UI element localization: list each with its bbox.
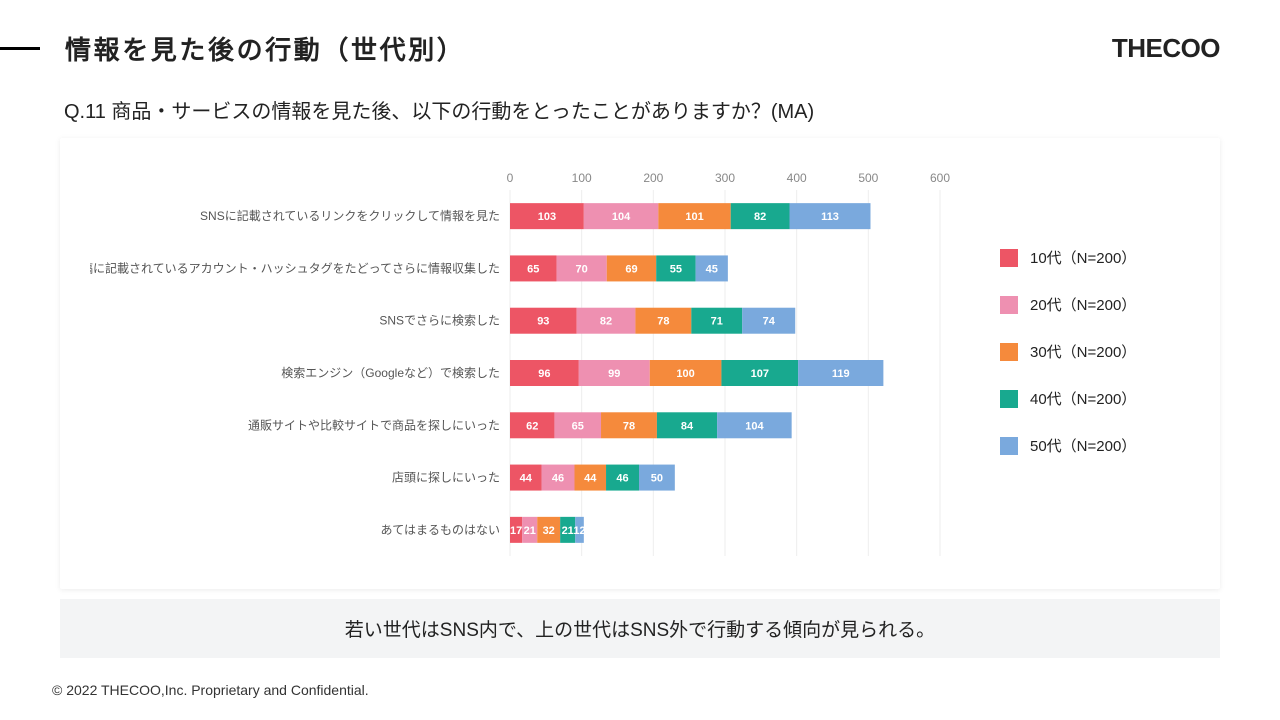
footer-copyright: © 2022 THECOO,Inc. Proprietary and Confi…: [52, 682, 369, 698]
legend-label: 10代（N=200）: [1030, 247, 1136, 268]
svg-text:119: 119: [832, 368, 850, 380]
svg-text:84: 84: [681, 420, 694, 432]
svg-text:通販サイトや比較サイトで商品を探しにいった: 通販サイトや比較サイトで商品を探しにいった: [248, 417, 500, 432]
svg-text:44: 44: [584, 473, 597, 485]
legend-label: 50代（N=200）: [1030, 435, 1136, 456]
svg-text:46: 46: [616, 473, 628, 485]
svg-text:99: 99: [608, 368, 620, 380]
svg-text:74: 74: [763, 316, 776, 328]
chart-legend: 10代（N=200） 20代（N=200） 30代（N=200） 40代（N=200）…: [1000, 166, 1136, 571]
svg-text:0: 0: [507, 171, 514, 185]
svg-text:44: 44: [520, 473, 533, 485]
svg-text:101: 101: [685, 211, 703, 223]
svg-text:103: 103: [538, 211, 556, 223]
legend-label: 40代（N=200）: [1030, 388, 1136, 409]
svg-text:あてはまるものはない: あてはまるものはない: [380, 523, 500, 537]
title-accent-bar: [0, 47, 40, 50]
svg-text:70: 70: [576, 263, 588, 275]
svg-text:100: 100: [676, 368, 694, 380]
svg-text:107: 107: [751, 368, 769, 380]
legend-swatch: [1000, 437, 1018, 455]
svg-text:78: 78: [657, 316, 669, 328]
svg-text:65: 65: [572, 420, 584, 432]
svg-text:SNSに記載されているリンクをクリックして情報を見た: SNSに記載されているリンクをクリックして情報を見た: [200, 208, 500, 223]
legend-item: 50代（N=200）: [1000, 435, 1136, 456]
legend-swatch: [1000, 390, 1018, 408]
svg-text:200: 200: [643, 171, 663, 185]
page-title: 情報を見た後の行動（世代別）: [65, 30, 465, 67]
legend-swatch: [1000, 343, 1018, 361]
brand-logo: THECOO: [1112, 33, 1220, 64]
svg-text:400: 400: [787, 171, 807, 185]
svg-text:46: 46: [552, 473, 564, 485]
svg-text:71: 71: [711, 316, 723, 328]
svg-text:82: 82: [754, 211, 766, 223]
svg-text:500: 500: [858, 171, 878, 185]
svg-text:21: 21: [562, 525, 574, 537]
svg-text:93: 93: [537, 316, 549, 328]
svg-text:62: 62: [526, 420, 538, 432]
legend-swatch: [1000, 249, 1018, 267]
svg-text:検索エンジン（Googleなど）で検索した: 検索エンジン（Googleなど）で検索した: [281, 366, 500, 380]
svg-text:78: 78: [623, 420, 635, 432]
svg-text:50: 50: [651, 473, 663, 485]
question-text: Q.11 商品・サービスの情報を見た後、以下の行動をとったことがありますか？(M…: [64, 95, 1280, 124]
svg-text:17: 17: [510, 525, 522, 537]
svg-text:45: 45: [706, 263, 718, 275]
svg-text:65: 65: [527, 263, 539, 275]
legend-label: 20代（N=200）: [1030, 294, 1136, 315]
svg-text:32: 32: [543, 525, 555, 537]
svg-text:投稿に記載されているアカウント・ハッシュタグをたどってさらに: 投稿に記載されているアカウント・ハッシュタグをたどってさらに情報収集した: [90, 260, 500, 275]
legend-item: 20代（N=200）: [1000, 294, 1136, 315]
svg-text:104: 104: [612, 211, 631, 223]
svg-text:55: 55: [670, 263, 682, 275]
insight-note: 若い世代はSNS内で、上の世代はSNS外で行動する傾向が見られる。: [60, 599, 1220, 658]
svg-text:300: 300: [715, 171, 735, 185]
svg-text:113: 113: [821, 211, 839, 223]
svg-text:100: 100: [572, 171, 592, 185]
legend-item: 10代（N=200）: [1000, 247, 1136, 268]
svg-text:12: 12: [573, 525, 585, 537]
svg-text:600: 600: [930, 171, 950, 185]
svg-text:96: 96: [538, 368, 550, 380]
svg-text:店頭に探しにいった: 店頭に探しにいった: [392, 471, 500, 485]
svg-text:21: 21: [524, 525, 536, 537]
svg-text:69: 69: [625, 263, 637, 275]
legend-swatch: [1000, 296, 1018, 314]
svg-text:SNSでさらに検索した: SNSでさらに検索した: [379, 314, 500, 328]
svg-text:82: 82: [600, 316, 612, 328]
chart-plot: 0 100 200 300 400 500 600 SNSに記載されているリンクをクリックして…: [90, 166, 960, 571]
legend-item: 30代（N=200）: [1000, 341, 1136, 362]
chart-card: 0 100 200 300 400 500 600 SNSに記載されているリンクをクリックして…: [60, 138, 1220, 589]
legend-label: 30代（N=200）: [1030, 341, 1136, 362]
legend-item: 40代（N=200）: [1000, 388, 1136, 409]
svg-text:104: 104: [745, 420, 764, 432]
